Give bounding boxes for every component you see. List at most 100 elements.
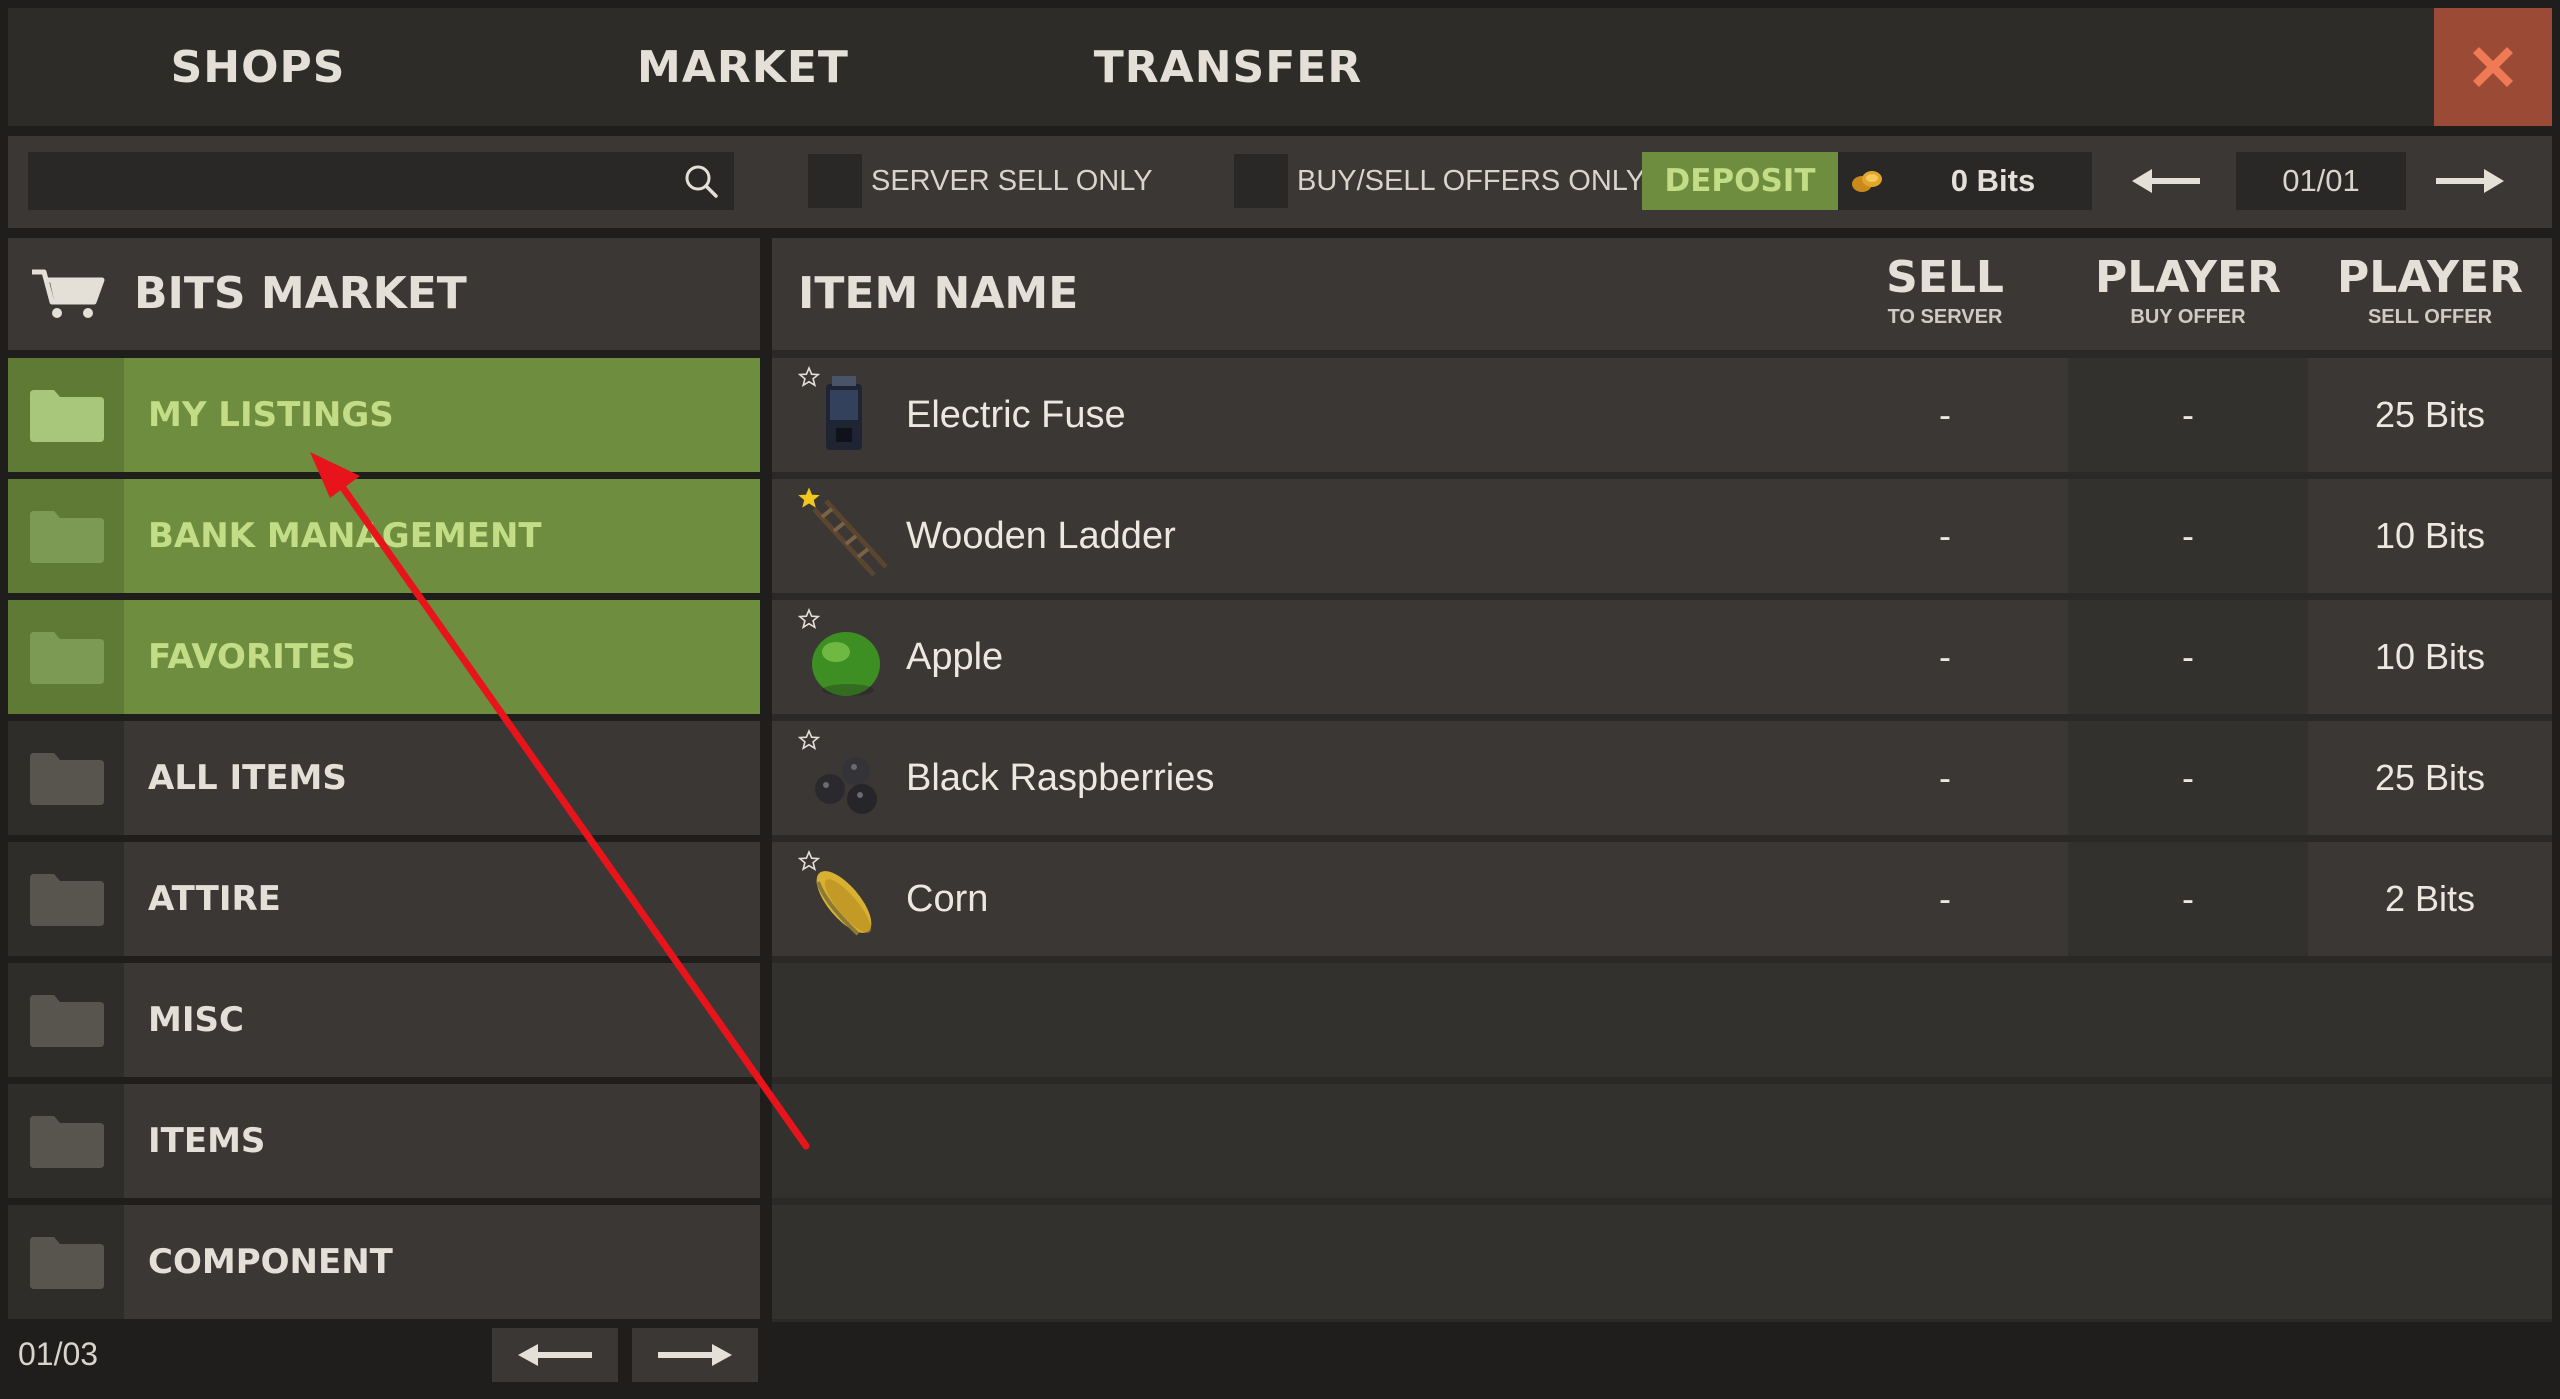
sidebar-item-label: BANK MANAGEMENT: [148, 516, 542, 556]
column-header-item-name: ITEM NAME: [798, 268, 1079, 319]
sidebar-prev-button[interactable]: [492, 1328, 618, 1382]
folder-icon: [30, 511, 104, 563]
header-small: TO SERVER: [1887, 306, 2003, 328]
header-small: BUY OFFER: [2130, 306, 2246, 328]
empty-row: [772, 1205, 2552, 1319]
player-buy-offer-cell: -: [2068, 721, 2308, 835]
player-sell-offer-cell: 10 Bits: [2374, 515, 2486, 556]
search-icon[interactable]: [682, 162, 720, 200]
sidebar-item-misc[interactable]: MISC: [8, 963, 760, 1077]
sell-to-server-cell: -: [1939, 757, 1951, 798]
favorite-star-filled-icon[interactable]: [798, 487, 820, 509]
table-row[interactable]: Corn - - 2 Bits: [772, 842, 2552, 956]
sidebar-header: BITS MARKET: [8, 238, 760, 350]
table-row[interactable]: Black Raspberries - - 25 Bits: [772, 721, 2552, 835]
tab-shops[interactable]: SHOPS: [108, 8, 408, 126]
sidebar-pagination: 01/03: [8, 1322, 760, 1392]
sidebar-item-label: FAVORITES: [148, 637, 356, 677]
player-buy-offer-cell: -: [2068, 479, 2308, 593]
deposit-button[interactable]: DEPOSIT: [1642, 152, 1838, 210]
sidebar-item-bank-management[interactable]: BANK MANAGEMENT: [8, 479, 760, 593]
page-indicator: 01/01: [2236, 152, 2406, 210]
column-header-player-buy-offer[interactable]: PLAYER BUY OFFER: [2068, 252, 2308, 330]
filter-bar: SERVER SELL ONLY BUY/SELL OFFERS ONLY DE…: [8, 136, 2552, 228]
sell-to-server-cell: -: [1939, 394, 1951, 435]
table-row[interactable]: Electric Fuse - - 25 Bits: [772, 358, 2552, 472]
folder-icon: [30, 995, 104, 1047]
sidebar-next-button[interactable]: [632, 1328, 758, 1382]
sell-to-server-cell: -: [1939, 515, 1951, 556]
bits-coin-icon: [1852, 171, 1882, 192]
arrow-right-icon: [658, 1344, 732, 1366]
market-table: ITEM NAME SELL TO SERVER PLAYER BUY OFFE…: [772, 238, 2552, 1322]
folder-icon: [30, 1237, 104, 1289]
folder-icon: [30, 874, 104, 926]
sidebar-item-my-listings[interactable]: MY LISTINGS: [8, 358, 760, 472]
buy-sell-offers-only-checkbox[interactable]: [1234, 154, 1288, 208]
table-row[interactable]: Wooden Ladder - - 10 Bits: [772, 479, 2552, 593]
item-name: Wooden Ladder: [906, 515, 1176, 557]
item-name: Electric Fuse: [906, 394, 1126, 436]
sidebar-item-label: MY LISTINGS: [148, 395, 394, 435]
header-big: SELL: [1886, 252, 2004, 303]
player-buy-offer-cell: -: [2068, 842, 2308, 956]
market-window: SHOPS MARKET TRANSFER SERVER SELL ONLY B…: [0, 0, 2560, 1399]
column-header-sell-to-server[interactable]: SELL TO SERVER: [1825, 252, 2065, 330]
favorite-star-icon[interactable]: [798, 729, 820, 751]
folder-cell: [8, 1205, 124, 1319]
sidebar-item-favorites[interactable]: FAVORITES: [8, 600, 760, 714]
sidebar-item-component[interactable]: COMPONENT: [8, 1205, 760, 1319]
folder-cell: [8, 963, 124, 1077]
empty-row: [772, 963, 2552, 1077]
server-sell-only-label: SERVER SELL ONLY: [871, 165, 1153, 197]
table-header: ITEM NAME SELL TO SERVER PLAYER BUY OFFE…: [772, 238, 2552, 350]
sidebar-item-label: ATTIRE: [148, 879, 281, 919]
sidebar-item-label: MISC: [148, 1000, 244, 1040]
folder-cell: [8, 358, 124, 472]
item-name: Corn: [906, 878, 989, 920]
sidebar-item-label: ITEMS: [148, 1121, 266, 1161]
next-page-arrow-icon[interactable]: [2412, 152, 2532, 210]
sidebar-item-label: COMPONENT: [148, 1242, 393, 1282]
balance-value: 0 Bits: [1950, 163, 2036, 198]
search-input[interactable]: [28, 152, 668, 210]
tab-transfer[interactable]: TRANSFER: [1078, 8, 1378, 126]
folder-icon: [30, 1116, 104, 1168]
favorite-star-icon[interactable]: [798, 850, 820, 872]
shopping-cart-icon: [32, 269, 105, 318]
folder-cell: [8, 721, 124, 835]
sidebar-page-indicator: 01/03: [18, 1336, 99, 1372]
tab-market[interactable]: MARKET: [593, 8, 893, 126]
empty-row: [772, 1084, 2552, 1198]
folder-icon: [30, 632, 104, 684]
player-buy-offer-cell: -: [2068, 358, 2308, 472]
header-big: PLAYER: [2095, 252, 2281, 303]
sidebar-item-all-items[interactable]: ALL ITEMS: [8, 721, 760, 835]
player-sell-offer-cell: 25 Bits: [2374, 757, 2486, 798]
player-sell-offer-cell: 25 Bits: [2374, 394, 2486, 435]
buy-sell-offers-only-label: BUY/SELL OFFERS ONLY: [1297, 165, 1646, 197]
player-buy-offer-cell: -: [2068, 600, 2308, 714]
top-tab-bar: SHOPS MARKET TRANSFER: [8, 8, 2552, 126]
column-header-player-sell-offer[interactable]: PLAYER SELL OFFER: [2310, 252, 2550, 330]
table-row[interactable]: Apple - - 10 Bits: [772, 600, 2552, 714]
item-name: Apple: [906, 636, 1004, 678]
close-icon: [2473, 47, 2513, 87]
server-sell-only-checkbox[interactable]: [808, 154, 862, 208]
search-box: [28, 152, 734, 210]
close-button[interactable]: [2434, 8, 2552, 126]
sidebar-item-items[interactable]: ITEMS: [8, 1084, 760, 1198]
folder-icon: [30, 753, 104, 805]
sidebar-item-label: ALL ITEMS: [148, 758, 347, 798]
item-name: Black Raspberries: [906, 757, 1215, 799]
folder-cell: [8, 600, 124, 714]
sidebar-item-attire[interactable]: ATTIRE: [8, 842, 760, 956]
arrow-left-icon: [518, 1344, 592, 1366]
sell-to-server-cell: -: [1939, 878, 1951, 919]
favorite-star-icon[interactable]: [798, 608, 820, 630]
bits-balance: 0 Bits: [1838, 152, 2092, 210]
prev-page-arrow-icon[interactable]: [2104, 152, 2224, 210]
favorite-star-icon[interactable]: [798, 366, 820, 388]
header-small: SELL OFFER: [2367, 306, 2493, 328]
folder-cell: [8, 842, 124, 956]
